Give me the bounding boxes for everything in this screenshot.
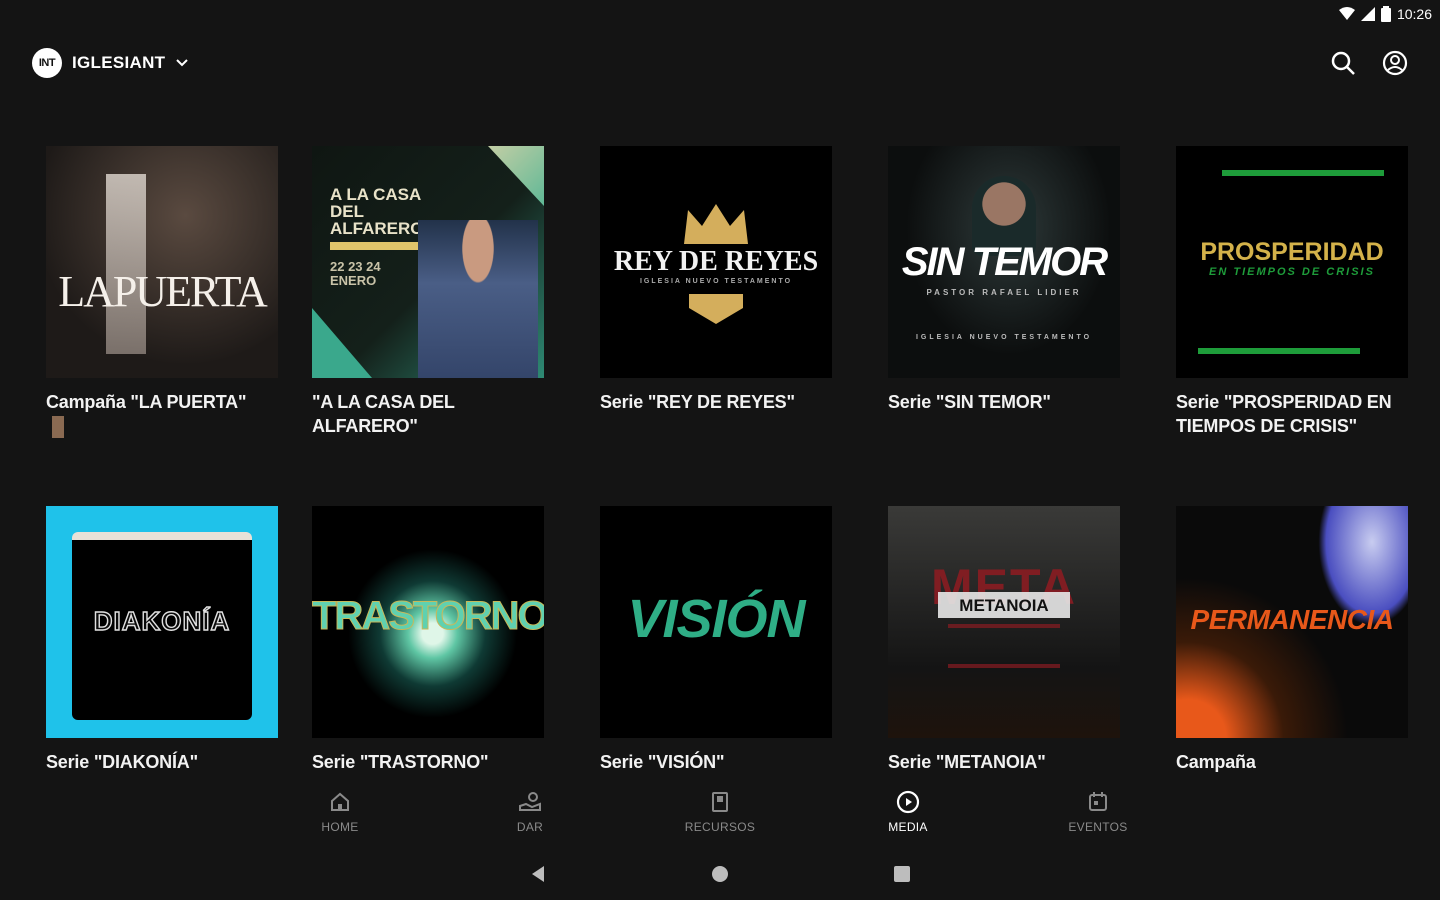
status-time: 10:26 [1396, 6, 1432, 22]
back-triangle-icon [532, 866, 544, 882]
system-home-button[interactable] [708, 862, 732, 886]
crown-icon [684, 204, 748, 244]
media-card-permanencia[interactable]: PERMANENCIA Campaña "PERMANENCIA" [1176, 506, 1408, 774]
system-navigation [0, 852, 1440, 896]
media-card-title: Serie "DIAKONÍA" [46, 752, 198, 772]
church-switcher[interactable]: INT IGLESIANT [32, 48, 189, 78]
media-card-title: "A LA CASA DEL ALFARERO" [312, 392, 455, 436]
account-button[interactable] [1380, 48, 1410, 78]
art-title: SIN TEMOR [901, 240, 1108, 284]
nav-media[interactable]: MEDIA [858, 790, 958, 836]
nav-label: HOME [321, 820, 359, 834]
book-icon [712, 792, 728, 812]
church-logo: INT [32, 48, 62, 78]
media-thumbnail: DIAKONÍA [46, 506, 278, 738]
art-title: VISIÓN [627, 589, 805, 649]
art-title: LAPUERTA [58, 267, 268, 316]
home-icon [331, 792, 349, 811]
art-subtitle: IGLESIA NUEVO TESTAMENTO [639, 278, 793, 285]
bottom-navigation: HOME DAR RECURSOS MEDIA EVENTOS [0, 786, 1440, 842]
media-card-rey-de-reyes[interactable]: REY DE REYES IGLESIA NUEVO TESTAMENTO Se… [600, 146, 832, 414]
nav-label: MEDIA [888, 820, 928, 834]
wifi-icon [1338, 7, 1355, 20]
pastor-photo [418, 220, 538, 378]
app-header: INT IGLESIANT [0, 40, 1440, 88]
media-card-title: Serie "VISIÓN" [600, 752, 725, 772]
media-card-title: Serie "PROSPERIDAD EN TIEMPOS DE CRISIS" [1176, 392, 1392, 436]
art-title: A LA CASA DEL ALFARERO [330, 185, 424, 238]
media-card-metanoia[interactable]: META METANOIA Serie "METANOIA" [888, 506, 1120, 774]
media-card-alfarero[interactable]: A LA CASA DEL ALFARERO 22 23 24 ENERO "A… [312, 146, 544, 438]
status-icons: 10:26 [1338, 6, 1432, 22]
media-card-title: Serie "REY DE REYES" [600, 392, 795, 412]
art-footer: IGLESIA NUEVO TESTAMENTO [915, 334, 1093, 341]
calendar-icon [1089, 792, 1107, 811]
nav-label: DAR [516, 820, 544, 834]
media-thumbnail: SIN TEMOR PASTOR RAFAEL LIDIER IGLESIA N… [888, 146, 1120, 378]
media-card-vision[interactable]: VISIÓN Serie "VISIÓN" [600, 506, 832, 774]
media-thumbnail: VISIÓN [600, 506, 832, 738]
media-card-la-puerta[interactable]: LAPUERTA Campaña "LA PUERTA" [46, 146, 278, 438]
media-thumbnail: A LA CASA DEL ALFARERO 22 23 24 ENERO [312, 146, 544, 378]
search-icon [1331, 51, 1355, 75]
art-title: TRASTORNO [312, 594, 544, 639]
nav-home[interactable]: HOME [290, 790, 390, 836]
media-card-diakonia[interactable]: DIAKONÍA Serie "DIAKONÍA" [46, 506, 278, 774]
header-actions [1328, 48, 1410, 78]
media-card-trastorno[interactable]: TRASTORNO Serie "TRASTORNO" [312, 506, 544, 774]
media-thumbnail: META METANOIA [888, 506, 1120, 738]
system-back-button[interactable] [526, 862, 550, 886]
media-thumbnail: LAPUERTA [46, 146, 278, 378]
media-thumbnail: PROSPERIDAD EN TIEMPOS DE CRISIS [1176, 146, 1408, 378]
nav-give[interactable]: DAR [480, 790, 580, 836]
art-bg-text-mirror [948, 624, 1060, 668]
church-name: IGLESIANT [72, 53, 166, 72]
chevron-down-icon [176, 59, 189, 67]
art-title: PROSPERIDAD [1200, 238, 1384, 266]
art-title: REY DE REYES [613, 246, 819, 277]
status-bar: 10:26 [1300, 0, 1440, 30]
media-thumbnail: TRASTORNO [312, 506, 544, 738]
art-subtitle: PASTOR RAFAEL LIDIER [926, 288, 1082, 297]
signal-icon [1360, 7, 1375, 21]
media-card-sin-temor[interactable]: SIN TEMOR PASTOR RAFAEL LIDIER IGLESIA N… [888, 146, 1120, 414]
system-recents-button[interactable] [890, 862, 914, 886]
battery-icon [1380, 6, 1391, 22]
media-card-title: Serie "TRASTORNO" [312, 752, 489, 772]
media-thumbnail: REY DE REYES IGLESIA NUEVO TESTAMENTO [600, 146, 832, 378]
media-thumbnail: PERMANENCIA [1176, 506, 1408, 738]
art-title: METANOIA [959, 596, 1049, 615]
art-subtitle: EN TIEMPOS DE CRISIS [1209, 266, 1375, 278]
search-button[interactable] [1328, 48, 1358, 78]
give-icon [519, 792, 541, 811]
nav-label: EVENTOS [1068, 820, 1128, 834]
art-title: DIAKONÍA [93, 605, 231, 636]
title-emoji-placeholder [52, 416, 64, 438]
nav-events[interactable]: EVENTOS [1048, 790, 1148, 836]
art-title: PERMANENCIA [1190, 604, 1394, 635]
art-dates: 22 23 24 ENERO [330, 259, 381, 288]
media-card-title: Serie "SIN TEMOR" [888, 392, 1051, 412]
account-circle-icon [1382, 50, 1408, 76]
media-card-title: Serie "METANOIA" [888, 752, 1046, 772]
recents-square-icon [894, 866, 910, 882]
nav-label: RECURSOS [684, 820, 756, 834]
media-card-prosperidad[interactable]: PROSPERIDAD EN TIEMPOS DE CRISIS Serie "… [1176, 146, 1408, 438]
play-circle-icon [896, 790, 920, 814]
shield-icon [689, 294, 743, 324]
media-card-title: Campaña "LA PUERTA" [46, 392, 247, 412]
nav-resources[interactable]: RECURSOS [670, 790, 770, 836]
home-circle-icon [712, 866, 728, 882]
media-card-title: Campaña "PERMANENCIA" [1176, 752, 1256, 772]
